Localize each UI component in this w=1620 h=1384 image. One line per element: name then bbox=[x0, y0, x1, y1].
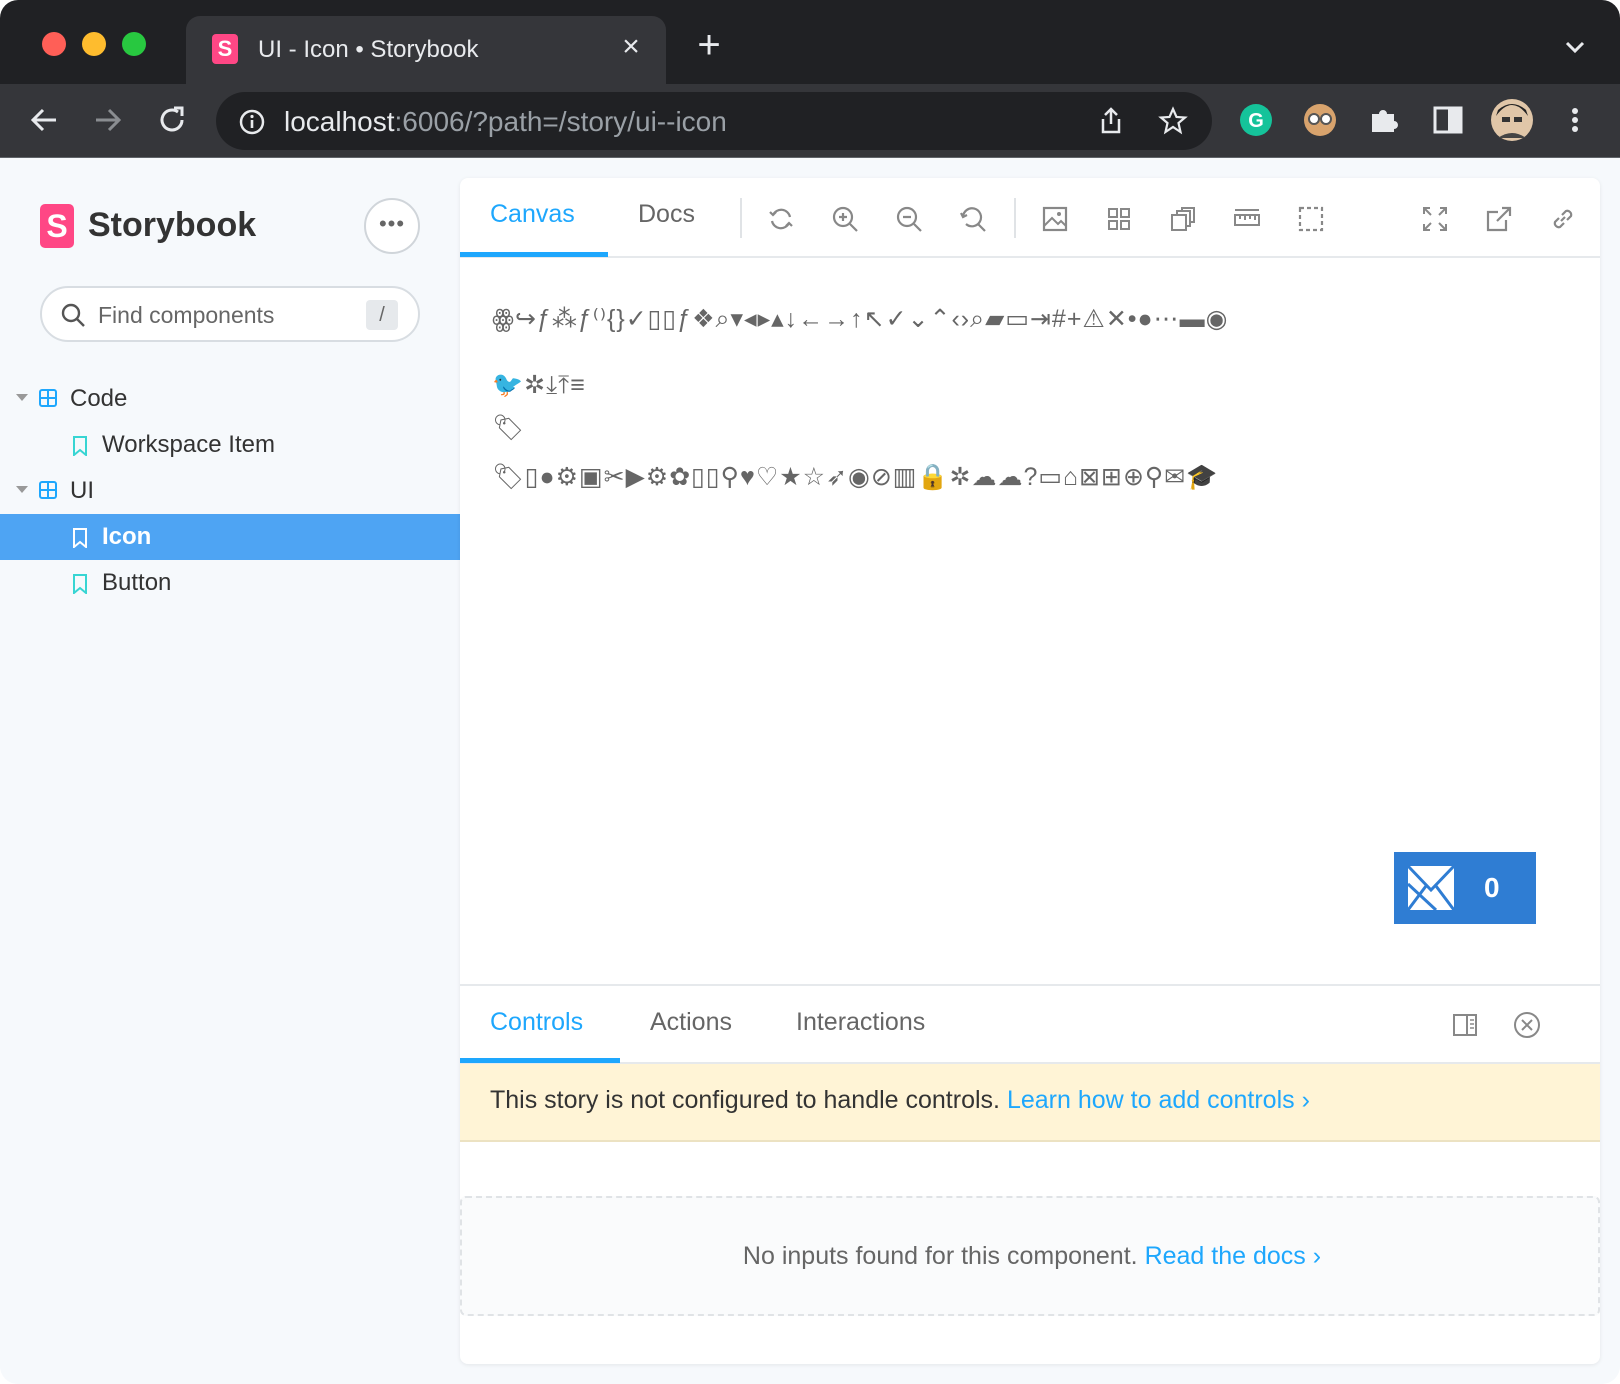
extension-face-icon[interactable] bbox=[1302, 102, 1338, 138]
svg-text:G: G bbox=[1248, 110, 1264, 132]
controls-notice: This story is not configured to handle c… bbox=[460, 1064, 1600, 1142]
side-panel-icon[interactable] bbox=[1430, 102, 1466, 138]
bookmark-icon bbox=[73, 528, 87, 548]
close-panel-icon[interactable] bbox=[1512, 1010, 1542, 1040]
reload-icon[interactable] bbox=[152, 100, 192, 140]
tree-story-workspace-item[interactable]: Workspace Item bbox=[0, 422, 460, 468]
preview-panel: Canvas Docs ꙮ↪ƒ⁂ƒ⁽⁾{}✓▯▯ƒ❖⌕▾◂▸▴↓←→↑↖✓⌄⌃‹… bbox=[460, 178, 1600, 1364]
tab-canvas[interactable]: Canvas bbox=[490, 200, 575, 229]
bookmark-icon bbox=[73, 436, 87, 456]
counter-badge[interactable]: 0 bbox=[1394, 852, 1536, 924]
url-host: localhost bbox=[284, 106, 395, 137]
profile-avatar[interactable] bbox=[1490, 98, 1534, 142]
open-in-new-tab-icon[interactable] bbox=[1484, 204, 1514, 234]
sidebar-menu-button[interactable]: ••• bbox=[364, 198, 420, 254]
grid-icon[interactable] bbox=[1104, 204, 1134, 234]
tab-bar: S UI - Icon • Storybook × + bbox=[0, 0, 1620, 84]
chevron-right-icon: › bbox=[1301, 1086, 1310, 1114]
preview-toolbar: Canvas Docs bbox=[460, 178, 1600, 258]
addons-tabbar: Controls Actions Interactions bbox=[460, 984, 1600, 1064]
grammarly-extension-icon[interactable]: G bbox=[1238, 102, 1274, 138]
storybook-logo-icon: S bbox=[40, 204, 74, 248]
tree-label: Icon bbox=[102, 523, 152, 550]
storybook-logo-text[interactable]: Storybook bbox=[88, 206, 256, 245]
tree-story-button[interactable]: Button bbox=[0, 560, 460, 606]
browser-tab[interactable]: S UI - Icon • Storybook × bbox=[186, 16, 666, 84]
url-text[interactable]: localhost:6006/?path=/story/ui--icon bbox=[284, 106, 727, 138]
tab-controls[interactable]: Controls bbox=[490, 1008, 583, 1037]
icon-gallery-row: 🐦✲⤓⤒≡ bbox=[492, 371, 586, 399]
puzzle-extensions-icon[interactable] bbox=[1366, 102, 1402, 138]
storybook-favicon-icon: S bbox=[212, 34, 238, 64]
empty-controls-box: No inputs found for this component. Read… bbox=[460, 1196, 1600, 1316]
tab-interactions[interactable]: Interactions bbox=[796, 1008, 925, 1037]
tree-story-icon[interactable]: Icon bbox=[0, 514, 460, 560]
tree-label: Button bbox=[102, 569, 172, 596]
remount-icon[interactable] bbox=[766, 204, 796, 234]
outline-icon[interactable] bbox=[1296, 204, 1326, 234]
tab-actions[interactable]: Actions bbox=[650, 1008, 732, 1037]
viewport-icon[interactable] bbox=[1168, 204, 1198, 234]
back-arrow-icon[interactable] bbox=[24, 100, 64, 140]
browser-window: S UI - Icon • Storybook × + localhost:60… bbox=[0, 0, 1620, 1384]
tree-group-ui[interactable]: UI bbox=[0, 468, 460, 514]
counter-value: 0 bbox=[1484, 872, 1500, 903]
info-icon[interactable] bbox=[238, 108, 266, 136]
read-docs-link[interactable]: Read the docs bbox=[1145, 1242, 1306, 1270]
chevron-right-icon: › bbox=[1312, 1242, 1322, 1270]
chevron-down-icon[interactable] bbox=[1562, 34, 1588, 60]
bookmark-icon bbox=[73, 574, 87, 594]
empty-text: No inputs found for this component. bbox=[742, 1242, 1138, 1270]
search-input[interactable] bbox=[98, 301, 348, 329]
caret-down-icon bbox=[16, 394, 28, 401]
copy-link-icon[interactable] bbox=[1548, 204, 1578, 234]
icon-gallery-row: 🏷 bbox=[492, 414, 525, 442]
notice-text: This story is not configured to handle c… bbox=[490, 1086, 1000, 1114]
zoom-out-icon[interactable] bbox=[894, 204, 924, 234]
fullscreen-icon[interactable] bbox=[1420, 204, 1450, 234]
tree-label: UI bbox=[70, 477, 94, 504]
storybook-sidebar: S Storybook ••• / Code Workspace Item bbox=[0, 158, 460, 1384]
background-image-icon[interactable] bbox=[1040, 204, 1070, 234]
new-tab-button[interactable]: + bbox=[694, 25, 724, 65]
search-box[interactable]: / bbox=[40, 286, 420, 342]
tab-docs[interactable]: Docs bbox=[638, 200, 695, 229]
search-shortcut-key: / bbox=[366, 300, 398, 330]
active-tab-indicator bbox=[460, 252, 608, 257]
forward-arrow-icon[interactable] bbox=[88, 100, 128, 140]
toolbar-divider bbox=[1014, 198, 1016, 238]
icon-gallery-row: ꙮ↪ƒ⁂ƒ⁽⁾{}✓▯▯ƒ❖⌕▾◂▸▴↓←→↑↖✓⌄⌃‹›⌕▰▭⇥#+⚠✕•●⋯… bbox=[492, 305, 1229, 333]
tab-close-icon[interactable]: × bbox=[616, 32, 646, 62]
tree-label: Code bbox=[70, 385, 128, 412]
maximize-window-button[interactable] bbox=[122, 32, 146, 56]
zoom-in-icon[interactable] bbox=[830, 204, 860, 234]
chrome-menu-icon[interactable] bbox=[1560, 102, 1590, 138]
zoom-reset-icon[interactable] bbox=[958, 204, 988, 234]
icon-gallery-row: 🏷▯●⚙▣✂▶⚙✿▯▯⚲♥♡★☆➶◉⊘▥🔒✲☁☁?▭⌂⊠⊞⊕⚲✉🎓 bbox=[492, 463, 1219, 491]
envelope-icon bbox=[1406, 864, 1456, 912]
bookmark-star-icon[interactable] bbox=[1158, 106, 1188, 136]
component-grid-icon bbox=[39, 481, 57, 499]
search-icon bbox=[61, 303, 85, 327]
caret-down-icon bbox=[16, 486, 28, 493]
empty-message: No inputs found for this component. Read… bbox=[462, 1242, 1600, 1271]
story-canvas: ꙮ↪ƒ⁂ƒ⁽⁾{}✓▯▯ƒ❖⌕▾◂▸▴↓←→↑↖✓⌄⌃‹›⌕▰▭⇥#+⚠✕•●⋯… bbox=[460, 258, 1600, 984]
active-tab-indicator bbox=[460, 1058, 620, 1063]
toolbar-divider bbox=[740, 198, 742, 238]
tree-group-code[interactable]: Code bbox=[0, 376, 460, 422]
share-icon[interactable] bbox=[1096, 106, 1126, 136]
url-path: :6006/?path=/story/ui--icon bbox=[394, 106, 727, 137]
browser-toolbar: localhost:6006/?path=/story/ui--icon G bbox=[0, 84, 1620, 158]
notice-message: This story is not configured to handle c… bbox=[490, 1086, 1310, 1115]
address-bar[interactable]: localhost:6006/?path=/story/ui--icon bbox=[216, 92, 1212, 150]
learn-controls-link[interactable]: Learn how to add controls bbox=[1007, 1086, 1295, 1114]
tree-label: Workspace Item bbox=[102, 431, 275, 458]
measure-ruler-icon[interactable] bbox=[1232, 204, 1262, 234]
tab-title: UI - Icon • Storybook bbox=[258, 36, 479, 63]
panel-orientation-icon[interactable] bbox=[1450, 1010, 1480, 1040]
component-grid-icon bbox=[39, 389, 57, 407]
close-window-button[interactable] bbox=[42, 32, 66, 56]
minimize-window-button[interactable] bbox=[82, 32, 106, 56]
